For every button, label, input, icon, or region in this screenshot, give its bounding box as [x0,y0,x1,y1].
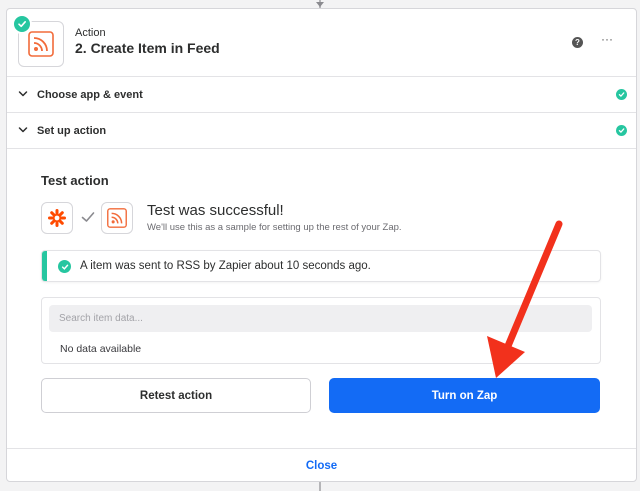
success-subtitle: We'll use this as a sample for setting u… [147,222,402,233]
connector-arrow-icon [316,2,324,7]
step-header[interactable]: Action 2. Create Item in Feed ? ··· [7,9,636,77]
step-type-label: Action [75,27,106,39]
test-action-panel: Test action Test was successful! We'll u… [7,148,636,448]
check-circle-icon [58,260,71,273]
step-connector-line [319,482,321,491]
action-step-card: Action 2. Create Item in Feed ? ··· Choo… [6,8,637,482]
help-icon[interactable]: ? [572,37,583,48]
success-title: Test was successful! [147,202,284,219]
search-item-data-input[interactable] [49,305,592,332]
zapier-app-icon [41,202,73,234]
success-alert: A item was sent to RSS by Zapier about 1… [41,250,601,282]
turn-on-zap-button[interactable]: Turn on Zap [329,378,600,413]
alert-accent-bar [42,251,47,281]
check-icon [81,212,95,222]
section-label: Choose app & event [37,88,143,101]
test-heading: Test action [41,173,109,188]
success-check-icon [12,14,32,34]
complete-check-icon [616,125,627,136]
item-data-panel: No data available [41,297,601,364]
section-label: Set up action [37,124,107,137]
zapier-asterisk-icon [48,209,66,227]
empty-state-text: No data available [60,343,142,355]
alert-message: A item was sent to RSS by Zapier about 1… [80,260,371,272]
rss-app-icon-small [101,202,133,234]
complete-check-icon [616,89,627,100]
rss-icon [107,208,127,228]
more-options-icon[interactable]: ··· [601,32,613,46]
chevron-down-icon [18,91,28,97]
section-choose-app[interactable]: Choose app & event [7,76,636,112]
chevron-down-icon [18,127,28,133]
close-button[interactable]: Close [306,460,337,472]
retest-action-button[interactable]: Retest action [41,378,311,413]
zap-editor: Action 2. Create Item in Feed ? ··· Choo… [0,0,640,491]
step-title: 2. Create Item in Feed [75,40,220,56]
rss-icon [28,31,54,57]
card-footer: Close [7,448,636,483]
section-set-up-action[interactable]: Set up action [7,112,636,148]
